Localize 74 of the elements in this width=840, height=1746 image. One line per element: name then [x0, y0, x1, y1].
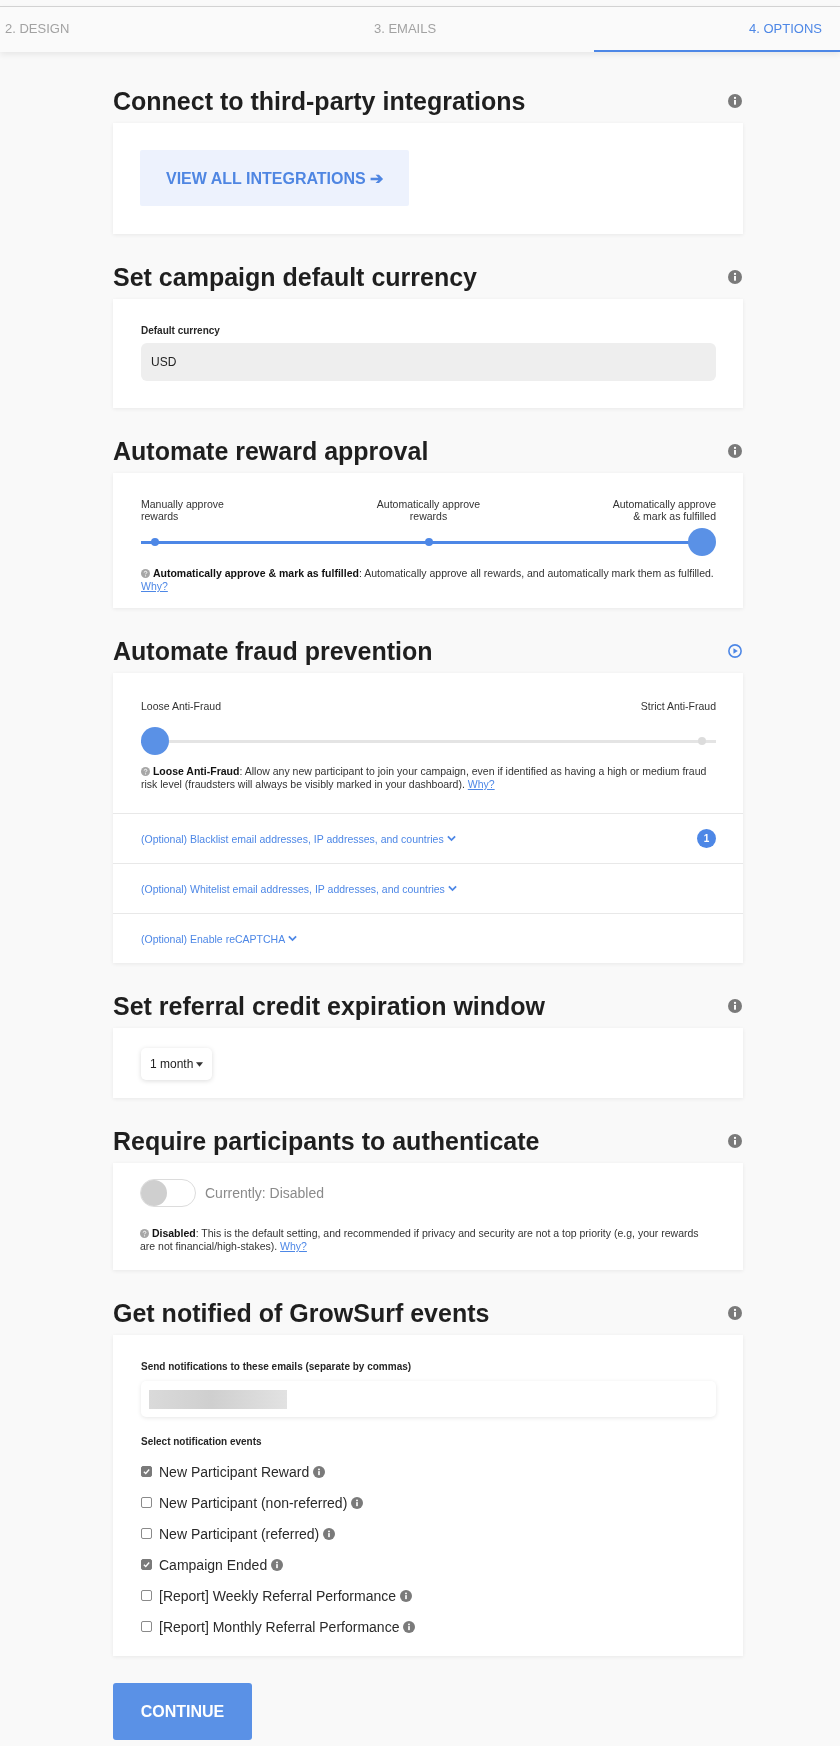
approval-slider[interactable] [141, 528, 716, 556]
checkbox-label: Campaign Ended [159, 1556, 268, 1573]
checkbox-label: [Report] Weekly Referral Performance [159, 1587, 397, 1604]
slider-stop-label: Manually approve rewards [141, 498, 225, 522]
step-tab[interactable]: 4. OPTIONS [594, 7, 840, 52]
info-icon[interactable] [728, 94, 742, 108]
count-badge: 1 [697, 829, 716, 848]
optional-setting-toggle[interactable]: (Optional) Blacklist email addresses, IP addresses, and countries [141, 832, 456, 845]
why-link[interactable]: Why? [467, 778, 495, 790]
currency-field[interactable]: USD [141, 343, 716, 381]
email-field[interactable] [141, 1381, 716, 1417]
field-label: Default currency [141, 325, 221, 337]
slider-stop-label: Automatically approve & mark as fulfilled [611, 498, 716, 522]
slider-stop-dot[interactable] [151, 538, 159, 546]
chevron-down-icon [446, 835, 456, 842]
checkbox-label: [Report] Monthly Referral Performance [159, 1618, 400, 1635]
info-icon[interactable] [728, 1134, 742, 1148]
continue-button[interactable]: CONTINUE [113, 1683, 252, 1740]
checkbox-label: New Participant Reward [159, 1463, 310, 1480]
view-integrations-button[interactable]: VIEW ALL INTEGRATIONS ➔ [140, 150, 410, 206]
chevron-down-icon [288, 935, 298, 942]
checkbox[interactable] [141, 1559, 152, 1570]
optional-setting-toggle[interactable]: (Optional) Whitelist email addresses, IP addresses, and countries [141, 882, 457, 895]
info-icon[interactable] [728, 999, 742, 1013]
info-icon[interactable] [313, 1465, 326, 1478]
why-link[interactable]: Why? [141, 580, 168, 592]
chevron-down-icon [447, 885, 457, 892]
field-label: Send notifications to these emails (separate by commas) [141, 1361, 413, 1373]
toggle-switch[interactable] [140, 1179, 196, 1207]
play-icon[interactable] [728, 644, 742, 658]
slider-thumb[interactable] [688, 528, 716, 556]
section-title: Automate fraud prevention [113, 637, 433, 665]
step-tab[interactable]: 3. EMAILS [297, 7, 594, 52]
checkbox[interactable] [141, 1528, 152, 1539]
checkbox[interactable] [141, 1590, 152, 1601]
checkbox[interactable] [141, 1497, 152, 1508]
slider-stop-label: Automatically approve rewards [375, 498, 482, 522]
info-icon[interactable] [271, 1558, 284, 1571]
approval-description: Automatically approve & mark as fulfilled: Automatically approve all rewards, and automatically mark them as fulfilled. Why? [141, 567, 715, 593]
duration-dropdown[interactable]: 1 month [141, 1048, 213, 1080]
checkbox-label: New Participant (referred) [159, 1525, 320, 1542]
info-icon[interactable] [728, 444, 742, 458]
info-icon[interactable] [351, 1496, 364, 1509]
slider-stop-dot[interactable] [424, 538, 433, 546]
info-icon[interactable] [323, 1527, 336, 1540]
info-icon[interactable] [403, 1620, 416, 1633]
slider-stop-label: Strict Anti-Fraud [639, 700, 716, 712]
help-icon [141, 767, 150, 776]
toggle-status: Currently: Disabled [205, 1185, 325, 1201]
section-title: Get notified of GrowSurf events [113, 1299, 490, 1327]
checkbox[interactable] [141, 1621, 152, 1632]
slider-stop-label: Loose Anti-Fraud [141, 700, 222, 712]
fraud-description: Loose Anti-Fraud: Allow any new participant to join your campaign, even if identified as having a high or medium fraud risk level (fraudsters will always be visibly marked in your dashboard). Why? [141, 765, 708, 791]
field-label: Select notification events [141, 1436, 263, 1448]
step-tab[interactable]: 2. DESIGN [0, 7, 297, 52]
info-icon[interactable] [728, 270, 742, 284]
section-title: Require participants to authenticate [113, 1127, 540, 1155]
optional-setting-toggle[interactable]: (Optional) Enable reCAPTCHA [141, 932, 298, 945]
info-icon[interactable] [400, 1589, 413, 1602]
section-title: Automate reward approval [113, 437, 429, 465]
authentication-description: Disabled: This is the default setting, and recommended if privacy and security are not a top priority (e.g, your rewards are not financial/high-stakes). Why? [140, 1227, 700, 1253]
section-title: Set referral credit expiration window [113, 992, 546, 1020]
help-icon [140, 1229, 149, 1238]
info-icon[interactable] [728, 1306, 742, 1320]
caret-down-icon [196, 1061, 204, 1067]
help-icon [141, 569, 150, 578]
checkbox[interactable] [141, 1466, 152, 1477]
checkbox-label: New Participant (non-referred) [159, 1494, 348, 1511]
why-link[interactable]: Why? [280, 1240, 307, 1252]
section-title: Set campaign default currency [113, 263, 477, 291]
slider-thumb[interactable] [141, 727, 169, 755]
section-title: Connect to third-party integrations [113, 87, 526, 115]
fraud-slider[interactable] [141, 727, 716, 755]
slider-stop-dot[interactable] [698, 737, 706, 745]
